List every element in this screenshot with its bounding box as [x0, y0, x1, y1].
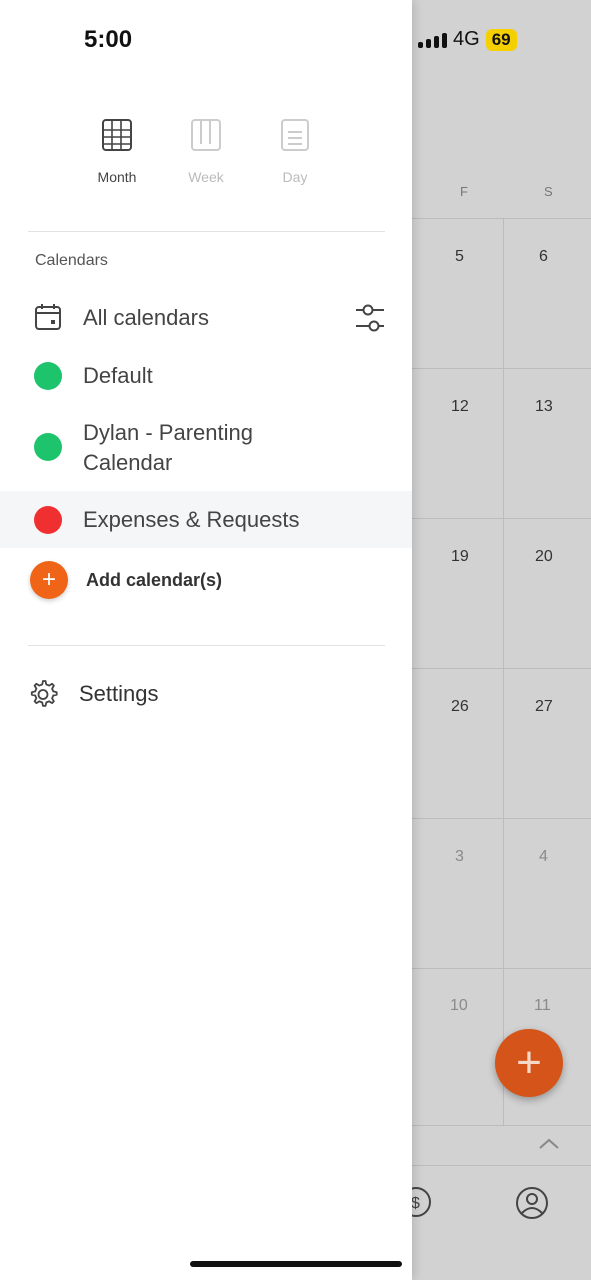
weekday-label: S [544, 184, 553, 199]
day-cell[interactable]: 10 [450, 997, 468, 1015]
divider [412, 518, 591, 519]
calendar-item-dylan-parenting[interactable]: Dylan - Parenting Calendar [0, 418, 412, 480]
svg-text:$: $ [411, 1195, 420, 1212]
divider [412, 818, 591, 819]
day-cell[interactable]: 13 [535, 398, 553, 416]
signal-icon [418, 32, 447, 48]
divider [412, 968, 591, 969]
day-page-icon [281, 119, 309, 151]
calendar-item-label: Dylan - Parenting Calendar [83, 420, 253, 475]
day-cell[interactable]: 4 [539, 848, 548, 866]
divider [28, 231, 385, 232]
divider [412, 368, 591, 369]
view-day-button[interactable]: Day [255, 118, 335, 185]
battery-level: 69 [485, 28, 517, 51]
day-cell[interactable]: 5 [455, 248, 464, 266]
weekday-header: F S [412, 178, 591, 218]
divider [28, 645, 385, 646]
view-week-button[interactable]: Week [166, 118, 246, 185]
filter-sliders-icon[interactable] [354, 302, 386, 334]
day-cell[interactable]: 27 [535, 698, 553, 716]
side-drawer: 5:00 Month Week Day Calendars All calend… [0, 0, 412, 1280]
view-week-label: Week [188, 169, 224, 185]
day-cell[interactable]: 26 [451, 698, 469, 716]
color-dot [34, 362, 62, 390]
bottom-tab-bar: $ [401, 1125, 591, 1280]
settings-item[interactable]: Settings [0, 676, 412, 712]
color-dot [34, 433, 62, 461]
view-month-button[interactable]: Month [77, 118, 157, 185]
all-calendars-label: All calendars [83, 305, 209, 330]
calendar-item-label: Expenses & Requests [83, 507, 300, 532]
divider [412, 668, 591, 669]
month-grid-icon [102, 119, 132, 151]
day-cell[interactable]: 19 [451, 548, 469, 566]
add-calendar-button[interactable]: + Add calendar(s) [0, 560, 412, 600]
status-time: 5:00 [84, 26, 133, 53]
all-calendars-item[interactable]: All calendars [0, 300, 412, 336]
week-columns-icon [191, 119, 221, 151]
calendar-item-label: Default [83, 363, 153, 388]
weekday-label: F [460, 184, 468, 199]
gear-icon [30, 680, 58, 707]
add-calendar-label: Add calendar(s) [86, 570, 223, 590]
plus-icon: + [30, 561, 68, 599]
column-divider [503, 218, 504, 1125]
status-bar-right: 4G 69 [418, 28, 517, 51]
network-label: 4G [453, 28, 480, 50]
day-cell[interactable]: 12 [451, 398, 469, 416]
profile-icon[interactable] [515, 1186, 549, 1220]
view-day-label: Day [282, 169, 308, 185]
day-cell[interactable]: 20 [535, 548, 553, 566]
calendar-item-expenses-requests[interactable]: Expenses & Requests [0, 491, 412, 548]
color-dot [34, 506, 62, 534]
home-indicator[interactable] [190, 1261, 402, 1267]
day-cell[interactable]: 6 [539, 248, 548, 266]
calendars-section-label: Calendars [35, 252, 108, 269]
view-month-label: Month [97, 169, 137, 185]
calendar-icon [35, 304, 61, 330]
settings-label: Settings [79, 681, 159, 706]
calendar-item-default[interactable]: Default [0, 358, 412, 394]
divider [412, 218, 591, 219]
day-cell[interactable]: 3 [455, 848, 464, 866]
add-event-button[interactable]: + [495, 1029, 563, 1097]
day-cell[interactable]: 11 [534, 997, 551, 1015]
